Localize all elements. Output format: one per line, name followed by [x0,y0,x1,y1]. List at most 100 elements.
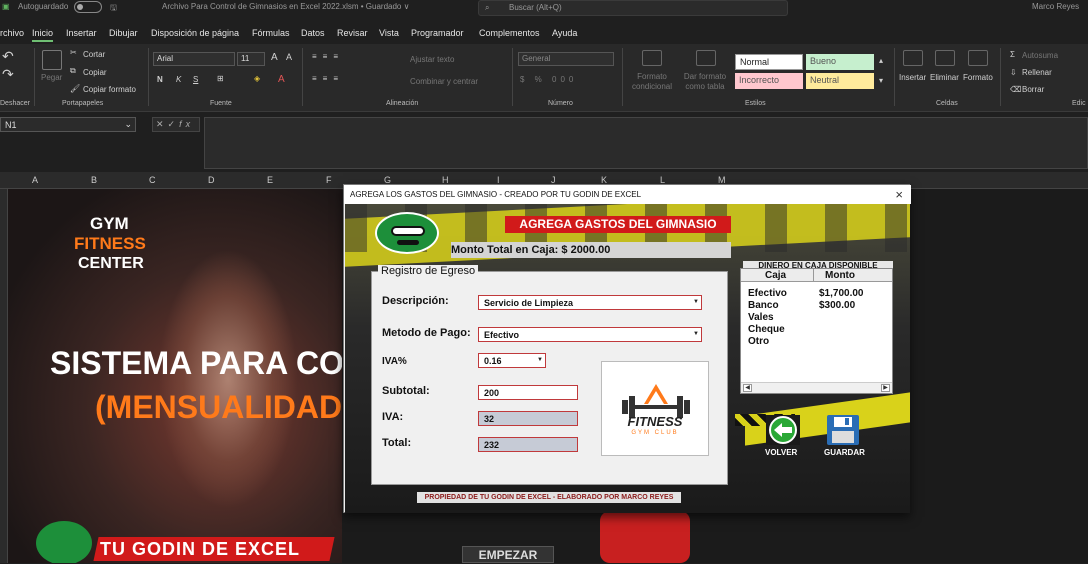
shrink-font-icon[interactable]: A [286,52,292,62]
bold-button[interactable]: N [157,75,163,84]
menu-datos[interactable]: Datos [301,28,325,38]
cancel-icon[interactable]: ✕ [156,119,168,129]
format-painter-button[interactable]: Copiar formato [83,85,136,94]
italic-button[interactable]: K [176,75,181,84]
menu-ayuda[interactable]: Ayuda [552,28,577,38]
menu-inicio[interactable]: Inicio [32,28,54,42]
cut-button[interactable]: Cortar [83,50,105,59]
style-incorrecto[interactable]: Incorrecto [735,73,803,89]
column-header[interactable]: C [149,175,156,185]
merge-center-button[interactable]: Combinar y centrar [410,77,478,86]
menu-formulas[interactable]: Fórmulas [252,28,290,38]
descripcion-select[interactable]: Servicio de Limpieza ▼ [478,295,702,310]
formula-input[interactable] [204,117,1088,169]
font-color-icon[interactable]: A [278,74,285,85]
list-item-caja[interactable]: Cheque [748,324,785,335]
format-cells-button[interactable]: Formato [963,73,993,82]
vertical-align-icons[interactable]: ≡≡≡ [312,52,344,61]
list-item-caja[interactable]: Banco [748,300,779,311]
volver-label[interactable]: VOLVER [765,448,797,457]
volver-button[interactable] [765,414,801,446]
iva-pct-label: IVA% [382,356,407,367]
list-hscrollbar[interactable]: ◀ ▶ [741,382,892,393]
number-format-select[interactable]: General [518,52,614,66]
styles-scroll-down-icon[interactable]: ▾ [879,76,883,85]
menu-dibujar[interactable]: Dibujar [109,28,138,38]
scroll-right-icon[interactable]: ▶ [881,384,890,392]
copy-button[interactable]: Copiar [83,68,107,77]
menu-bar: rchivo Inicio Insertar Dibujar Disposici… [0,24,1088,44]
format-table-button[interactable]: Dar formato como tabla [680,72,730,92]
column-header[interactable]: B [91,175,97,185]
clear-button[interactable]: Borrar [1022,85,1044,94]
fitness-text: FITNESS [74,234,146,253]
formula-icons[interactable]: ✕✓fx [152,117,200,132]
menu-insertar[interactable]: Insertar [66,28,97,38]
save-icon[interactable]: 🖫 [110,2,117,16]
list-item-monto[interactable]: $1,700.00 [819,288,864,299]
style-neutral[interactable]: Neutral [806,73,874,89]
style-normal[interactable]: Normal [735,54,803,70]
borders-icon[interactable]: ⊞ [217,74,224,83]
list-item-caja[interactable]: Otro [748,336,769,347]
chevron-down-icon[interactable]: ▼ [691,296,701,309]
grow-font-icon[interactable]: A [271,52,278,63]
chevron-down-icon[interactable]: ▼ [691,328,701,341]
caja-listbox[interactable]: Caja Monto Efectivo $1,700.00 Banco $300… [740,268,893,394]
styles-group-label: Estilos [745,100,766,107]
style-bueno[interactable]: Bueno [806,54,874,70]
font-name-select[interactable]: Arial [153,52,235,66]
font-size-select[interactable]: 11 [237,52,265,66]
column-header[interactable]: D [208,175,215,185]
conditional-format-button[interactable]: Formato condicional [628,72,676,92]
insert-cells-button[interactable]: Insertar [899,73,926,82]
redo-icon[interactable]: ↷ [2,66,14,83]
autosave-label: Autoguardado [18,2,69,11]
empezar-button[interactable]: EMPEZAR [462,546,554,563]
subtotal-input[interactable]: 200 [478,385,578,400]
number-format-icons[interactable]: $ % 000 [520,75,577,84]
menu-vista[interactable]: Vista [379,28,399,38]
list-item-caja[interactable]: Vales [748,312,774,323]
search-placeholder: Buscar (Alt+Q) [509,3,562,12]
guardar-label[interactable]: GUARDAR [824,448,865,457]
menu-programador[interactable]: Programador [411,28,464,38]
name-box[interactable]: N1 ⌄ [0,117,136,132]
column-header[interactable]: A [32,175,38,185]
user-name[interactable]: Marco Reyes [1032,2,1079,11]
list-item-caja[interactable]: Efectivo [748,288,787,299]
column-header[interactable]: F [326,175,332,185]
center-text: CENTER [78,255,144,272]
paste-icon[interactable] [42,50,62,70]
insert-cells-icon [903,50,923,66]
list-item-monto[interactable]: $300.00 [819,300,855,311]
column-header[interactable]: E [267,175,273,185]
metodo-pago-select[interactable]: Efectivo ▼ [478,327,702,342]
underline-button[interactable]: S [193,75,198,84]
fx-icon[interactable]: fx [179,119,194,129]
wrap-text-button[interactable]: Ajustar texto [410,55,454,64]
paste-button[interactable]: Pegar [41,73,62,82]
styles-scroll-up-icon[interactable]: ▴ [879,56,883,65]
menu-archivo[interactable]: rchivo [0,28,24,38]
guardar-button[interactable] [825,414,861,446]
total-input: 232 [478,437,578,452]
excel-logo-icon: ▣ [2,2,10,11]
chevron-down-icon[interactable]: ▼ [535,354,545,367]
alignment-group-label: Alineación [386,100,419,107]
iva-pct-select[interactable]: 0.16 ▼ [478,353,546,368]
autosave-toggle[interactable] [74,1,102,13]
close-icon[interactable]: × [895,187,903,202]
undo-icon[interactable]: ↶ [2,48,14,65]
menu-revisar[interactable]: Revisar [337,28,368,38]
enter-icon[interactable]: ✓ [168,119,180,129]
autosum-button[interactable]: Autosuma [1022,51,1058,60]
fill-color-icon[interactable]: ◈ [254,74,260,83]
menu-complementos[interactable]: Complementos [479,28,540,38]
fill-button[interactable]: Rellenar [1022,68,1052,77]
menu-disposicion[interactable]: Disposición de página [151,28,239,38]
search-box[interactable]: ⌕ Buscar (Alt+Q) [478,0,788,16]
horizontal-align-icons[interactable]: ≡≡≡ [312,74,344,83]
delete-cells-button[interactable]: Eliminar [930,73,959,82]
scroll-left-icon[interactable]: ◀ [743,384,752,392]
